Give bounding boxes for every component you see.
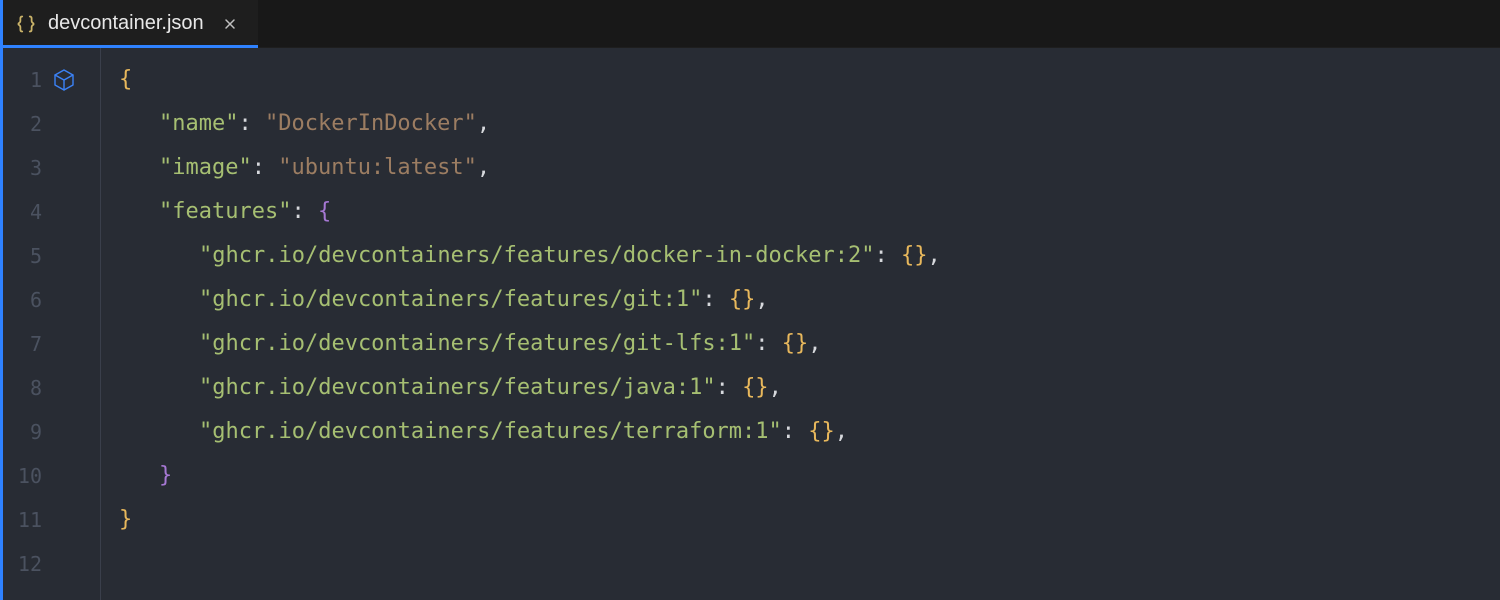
tab-label: devcontainer.json <box>48 12 204 35</box>
code-line: "ghcr.io/devcontainers/features/git:1": … <box>101 278 1500 322</box>
code-line: "features": { <box>101 190 1500 234</box>
code-line: "name": "DockerInDocker", <box>101 102 1500 146</box>
code-line: "ghcr.io/devcontainers/features/git-lfs:… <box>101 322 1500 366</box>
cube-icon <box>52 58 100 102</box>
tab-bar: devcontainer.json <box>0 0 1500 48</box>
code-line: { <box>101 58 1500 102</box>
code-line: "image": "ubuntu:latest", <box>101 146 1500 190</box>
code-line: "ghcr.io/devcontainers/features/terrafor… <box>101 410 1500 454</box>
code-line: "ghcr.io/devcontainers/features/java:1":… <box>101 366 1500 410</box>
tab-devcontainer[interactable]: devcontainer.json <box>0 0 259 47</box>
braces-icon <box>16 14 36 34</box>
code-line: "ghcr.io/devcontainers/features/docker-i… <box>101 234 1500 278</box>
glyph-margin <box>52 48 100 600</box>
tab-bar-empty <box>259 0 1500 47</box>
close-icon[interactable] <box>222 16 238 32</box>
code-line: } <box>101 498 1500 542</box>
code-editor[interactable]: 1 2 3 4 5 6 7 8 9 10 11 12 { <box>0 48 1500 600</box>
code-line: } <box>101 454 1500 498</box>
code-area[interactable]: { "name": "DockerInDocker", "image": "ub… <box>100 48 1500 600</box>
code-line <box>101 542 1500 586</box>
line-number-gutter: 1 2 3 4 5 6 7 8 9 10 11 12 <box>0 48 52 600</box>
